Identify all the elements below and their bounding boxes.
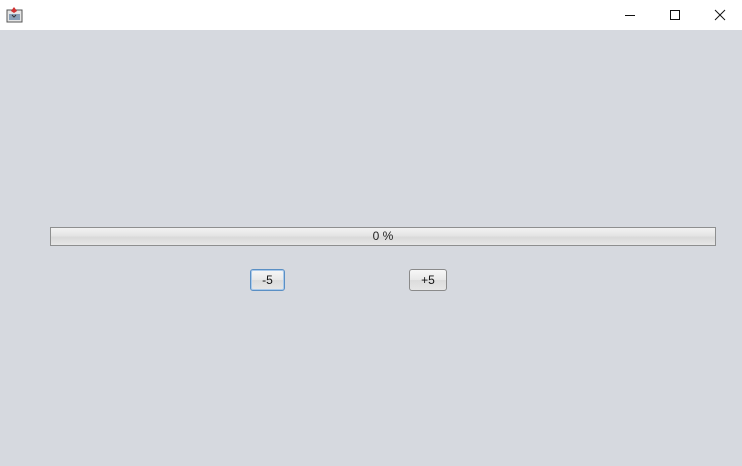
progress-bar: 0 %: [50, 227, 716, 246]
app-window: 0 % -5 +5: [0, 0, 742, 466]
close-button[interactable]: [697, 0, 742, 30]
maximize-button[interactable]: [652, 0, 698, 30]
minimize-button[interactable]: [607, 0, 653, 30]
close-icon: [714, 6, 726, 25]
maximize-icon: [669, 6, 681, 25]
content-panel: 0 % -5 +5: [0, 30, 742, 466]
java-app-icon: [6, 6, 23, 23]
title-bar[interactable]: [0, 0, 742, 30]
progress-label: 0 %: [372, 229, 394, 243]
increment-button[interactable]: +5: [409, 269, 447, 291]
minimize-icon: [624, 6, 636, 25]
decrement-button[interactable]: -5: [250, 269, 285, 291]
